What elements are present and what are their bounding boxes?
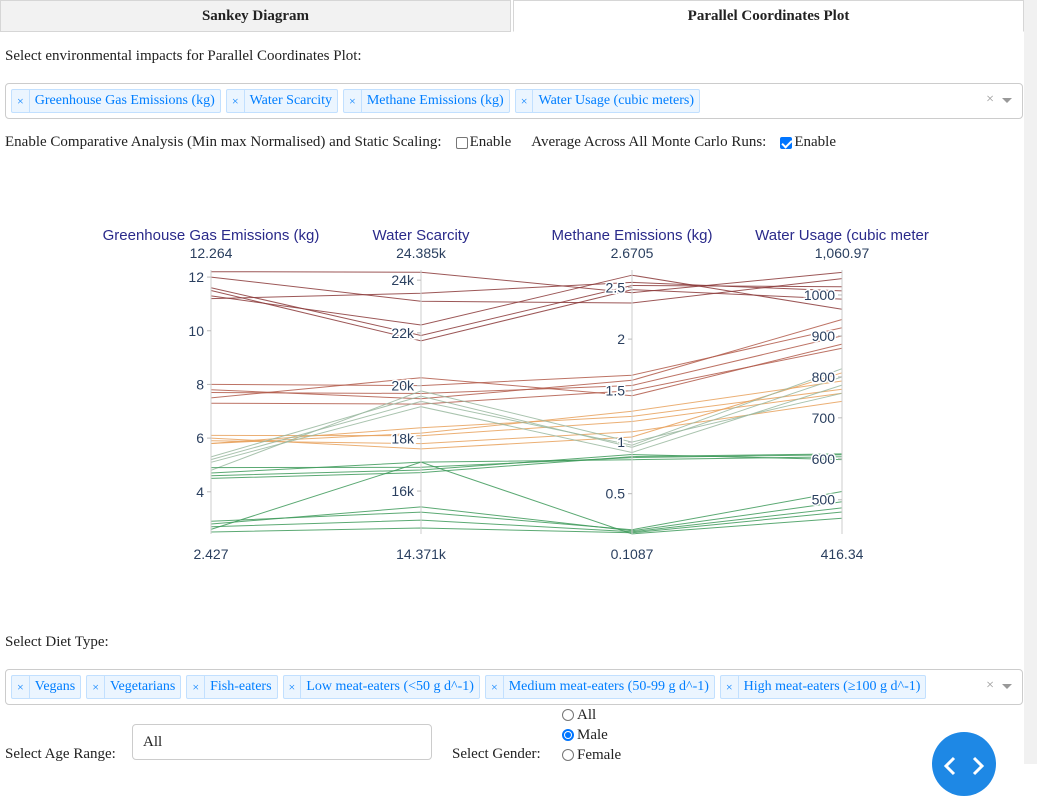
tick-label: 2.5 <box>606 280 626 296</box>
average-checkbox[interactable] <box>780 136 793 149</box>
data-line <box>210 281 843 300</box>
axis-min-label: 0.1087 <box>611 546 654 562</box>
data-line <box>210 507 843 533</box>
impacts-multiselect[interactable]: × Greenhouse Gas Emissions (kg) × Water Sc… <box>5 83 1023 119</box>
tick-label: 1.5 <box>606 383 626 399</box>
impact-chip[interactable]: × Greenhouse Gas Emissions (kg) <box>11 89 221 113</box>
tick-label: 700 <box>812 410 836 426</box>
axis-min-label: 416.34 <box>821 546 864 562</box>
comparative-label: Enable Comparative Analysis (Min max Nor… <box>5 134 442 150</box>
data-line <box>210 347 843 405</box>
clear-all-icon[interactable]: × <box>986 678 994 694</box>
diet-chip[interactable]: × Vegetarians <box>86 675 182 699</box>
tick-label: 4 <box>196 484 204 500</box>
diet-chip[interactable]: × High meat-eaters (≥100 g d^-1) <box>719 675 927 699</box>
tick-label: 18k <box>391 430 415 446</box>
diet-chip[interactable]: × Medium meat-eaters (50-99 g d^-1) <box>484 675 715 699</box>
remove-chip-icon[interactable]: × <box>284 676 302 698</box>
diet-chip[interactable]: × Fish-eaters <box>186 675 278 699</box>
axis-max-label: 1,060.97 <box>815 245 870 261</box>
radio-button[interactable] <box>562 709 574 721</box>
axis-max-label: 24.385k <box>396 245 447 261</box>
axis-max-label: 12.264 <box>190 245 233 261</box>
radio-button[interactable] <box>562 749 574 761</box>
axis-min-label: 2.427 <box>193 546 228 562</box>
impacts-label: Select environmental impacts for Paralle… <box>5 48 362 64</box>
age-range-label: Select Age Range: <box>5 746 116 762</box>
gender-radio-group: All Male Female <box>562 705 621 765</box>
tick-label: 800 <box>812 369 836 385</box>
gender-option-all[interactable]: All <box>562 705 621 725</box>
gender-label: Select Gender: <box>452 746 541 762</box>
tick-label: 8 <box>196 376 204 392</box>
data-line <box>210 368 843 461</box>
floating-action-button[interactable] <box>932 732 996 796</box>
axis-title: Methane Emissions (kg) <box>552 227 713 244</box>
tick-label: 16k <box>391 483 415 499</box>
clear-all-icon[interactable]: × <box>986 92 994 108</box>
average-enable-label: Enable <box>794 134 836 150</box>
tick-label: 1 <box>617 434 625 450</box>
axis-max-label: 2.6705 <box>611 245 654 261</box>
axis-title: Greenhouse Gas Emissions (kg) <box>103 227 320 244</box>
axis-min-label: 14.371k <box>396 546 447 562</box>
data-line <box>210 276 843 304</box>
remove-chip-icon[interactable]: × <box>12 90 30 112</box>
tab-parallel-coordinates-plot[interactable]: Parallel Coordinates Plot <box>513 0 1024 32</box>
tick-label: 500 <box>812 492 836 508</box>
data-line <box>210 327 843 387</box>
code-icon <box>943 756 985 776</box>
remove-chip-icon[interactable]: × <box>12 676 30 698</box>
options-row: Enable Comparative Analysis (Min max Nor… <box>5 134 836 151</box>
tick-label: 1000 <box>804 287 835 303</box>
data-line <box>210 289 843 342</box>
remove-chip-icon[interactable]: × <box>87 676 105 698</box>
impact-chip[interactable]: × Water Usage (cubic meters) <box>514 89 701 113</box>
tick-label: 12 <box>188 269 204 285</box>
remove-chip-icon[interactable]: × <box>721 676 739 698</box>
comparative-checkbox[interactable] <box>455 136 468 149</box>
gender-option-female[interactable]: Female <box>562 745 621 765</box>
tab-bar: Sankey Diagram Parallel Coordinates Plot <box>0 0 1024 32</box>
tick-label: 10 <box>188 323 204 339</box>
tick-label: 2 <box>617 331 625 347</box>
dropdown-controls: × <box>986 92 1012 108</box>
tick-label: 600 <box>812 451 836 467</box>
radio-button[interactable] <box>562 729 574 741</box>
comparative-enable-label: Enable <box>469 134 512 150</box>
tick-label: 0.5 <box>606 486 626 502</box>
diet-multiselect[interactable]: × Vegans × Vegetarians × Fish-eaters × Low m… <box>5 669 1023 705</box>
parallel-coordinates-chart[interactable]: 4681012Greenhouse Gas Emissions (kg)12.2… <box>0 215 1024 575</box>
tab-sankey-diagram[interactable]: Sankey Diagram <box>0 0 511 32</box>
axis-title: Water Scarcity <box>373 227 470 244</box>
tick-label: 20k <box>391 378 415 394</box>
age-range-dropdown[interactable]: All <box>132 724 432 760</box>
impact-chip[interactable]: × Methane Emissions (kg) <box>343 89 510 113</box>
remove-chip-icon[interactable]: × <box>344 90 362 112</box>
diet-chip[interactable]: × Vegans <box>11 675 82 699</box>
diet-chip[interactable]: × Low meat-eaters (<50 g d^-1) <box>282 675 480 699</box>
chevron-down-icon[interactable] <box>1002 683 1012 689</box>
remove-chip-icon[interactable]: × <box>516 90 534 112</box>
remove-chip-icon[interactable]: × <box>486 676 504 698</box>
impact-chip[interactable]: × Water Scarcity <box>225 89 339 113</box>
tick-label: 24k <box>391 272 415 288</box>
average-label: Average Across All Monte Carlo Runs: <box>531 134 767 150</box>
data-line <box>210 284 843 337</box>
remove-chip-icon[interactable]: × <box>227 90 245 112</box>
tick-label: 900 <box>812 328 836 344</box>
chevron-down-icon[interactable] <box>1002 97 1012 103</box>
tick-label: 22k <box>391 325 415 341</box>
remove-chip-icon[interactable]: × <box>187 676 206 698</box>
axis-title: Water Usage (cubic meter <box>755 227 929 244</box>
page-scrollbar[interactable] <box>1024 0 1037 764</box>
dropdown-controls: × <box>986 678 1012 694</box>
tick-label: 6 <box>196 430 204 446</box>
gender-option-male[interactable]: Male <box>562 725 621 745</box>
diet-label: Select Diet Type: <box>5 634 109 650</box>
